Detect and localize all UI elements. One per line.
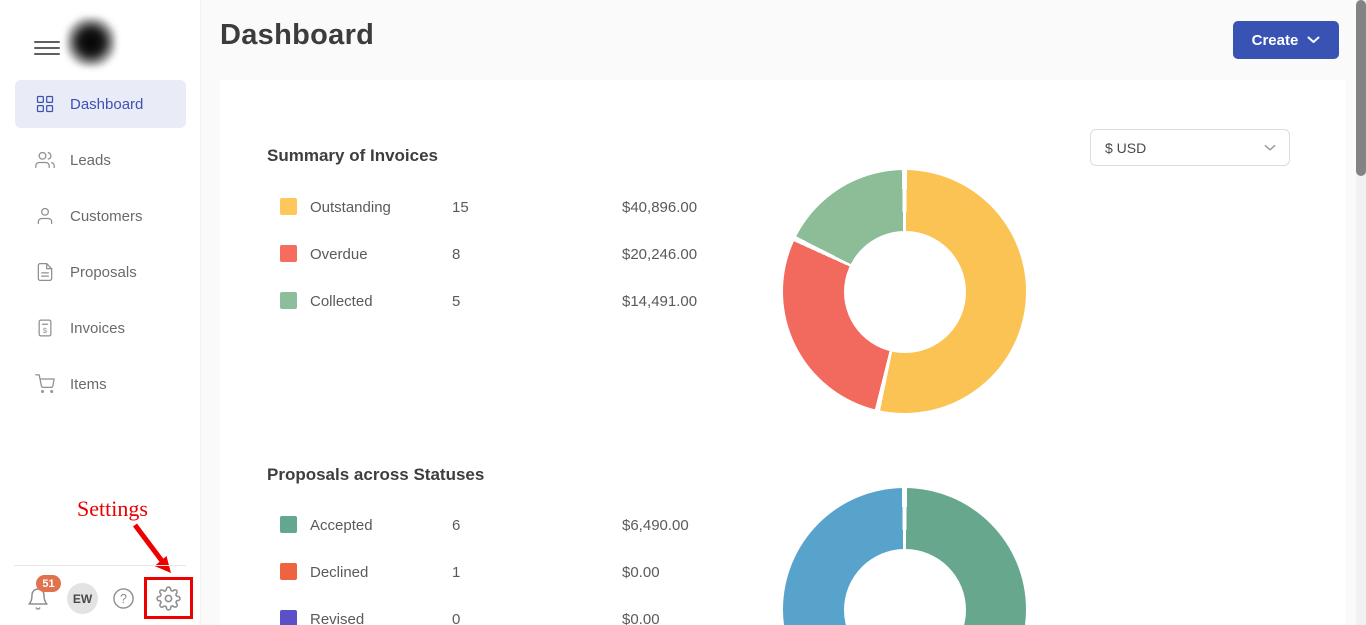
sidebar-bottom-bar: 51 EW ? [0,566,201,625]
grid-icon [35,94,55,114]
legend-count: 15 [452,199,469,216]
legend-amount: $14,491.00 [622,293,697,310]
sidebar-nav: Dashboard Leads Customers [0,80,201,416]
app-logo[interactable] [66,17,116,67]
section-title-summary-of-invoices: Summary of Invoices [267,146,438,166]
sidebar-item-label: Leads [70,152,111,169]
settings-annotation-label: Settings [77,496,148,522]
currency-selector-value: $ USD [1105,140,1146,156]
legend-amount: $0.00 [622,564,660,581]
legend-amount: $0.00 [622,611,660,625]
sidebar-item-leads[interactable]: Leads [15,136,186,184]
dashboard-card: $ USD Summary of Invoices Outstanding 15… [220,80,1346,625]
legend-row: Accepted 6 $6,490.00 [280,516,800,534]
legend-swatch [280,516,297,533]
user-avatar[interactable]: EW [67,583,98,614]
question-mark-icon: ? [112,587,135,610]
legend-label: Accepted [310,517,373,534]
user-icon [35,206,55,226]
sidebar-item-items[interactable]: Items [15,360,186,408]
legend-swatch [280,563,297,580]
chevron-down-icon [1264,144,1276,152]
legend-swatch [280,198,297,215]
legend-label: Declined [310,564,368,581]
legend-count: 5 [452,293,460,310]
sidebar-item-label: Proposals [70,264,137,281]
donut-hole [844,549,966,625]
legend-label: Revised [310,611,364,625]
sidebar-item-label: Dashboard [70,96,143,113]
currency-selector[interactable]: $ USD [1090,129,1290,166]
invoices-donut-chart [783,170,1026,413]
legend-amount: $40,896.00 [622,199,697,216]
cart-icon [35,374,55,394]
legend-amount: $20,246.00 [622,246,697,263]
help-button[interactable]: ? [112,587,135,610]
page-title: Dashboard [220,19,374,52]
svg-text:?: ? [120,592,127,606]
scrollbar-thumb[interactable] [1356,0,1366,176]
users-icon [35,150,55,170]
legend-count: 6 [452,517,460,534]
legend-row: Outstanding 15 $40,896.00 [280,198,800,216]
sidebar: Dashboard Leads Customers [0,0,201,625]
legend-row: Declined 1 $0.00 [280,563,800,581]
document-icon [35,262,55,282]
legend-swatch [280,245,297,262]
legend-row: Collected 5 $14,491.00 [280,292,800,310]
legend-label: Overdue [310,246,368,263]
invoice-dollar-icon: $ [35,318,55,338]
legend-count: 0 [452,611,460,625]
legend-swatch [280,610,297,625]
settings-highlight-box [144,577,193,619]
app-window: Dashboard Leads Customers [0,0,1366,625]
legend-amount: $6,490.00 [622,517,689,534]
legend-label: Outstanding [310,199,391,216]
sidebar-item-customers[interactable]: Customers [15,192,186,240]
legend-swatch [280,292,297,309]
legend-label: Collected [310,293,373,310]
section-title-proposals-across-statuses: Proposals across Statuses [267,465,484,485]
donut-hole [844,231,966,353]
sidebar-item-label: Customers [70,208,143,225]
proposals-donut-chart [783,488,1026,625]
sidebar-item-proposals[interactable]: Proposals [15,248,186,296]
legend-count: 1 [452,564,460,581]
svg-text:$: $ [43,326,48,335]
chevron-down-icon [1307,36,1320,44]
sidebar-item-dashboard[interactable]: Dashboard [15,80,186,128]
legend-row: Overdue 8 $20,246.00 [280,245,800,263]
legend-row: Revised 0 $0.00 [280,610,800,625]
create-button[interactable]: Create [1233,21,1339,59]
notification-count-badge: 51 [36,575,61,592]
sidebar-item-label: Items [70,376,107,393]
hamburger-menu-icon[interactable] [34,41,60,55]
legend-count: 8 [452,246,460,263]
create-button-label: Create [1252,32,1299,49]
scrollbar-track[interactable] [1356,0,1366,625]
sidebar-item-invoices[interactable]: $ Invoices [15,304,186,352]
sidebar-item-label: Invoices [70,320,125,337]
